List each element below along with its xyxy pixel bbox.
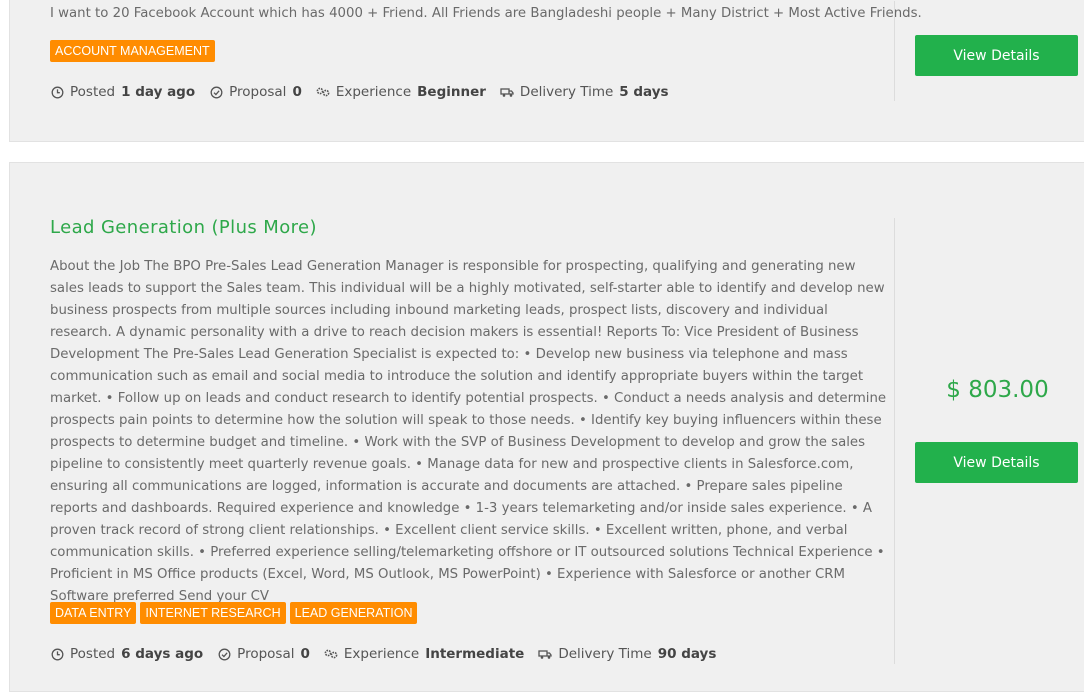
check-circle-icon <box>209 85 223 99</box>
column-divider <box>894 218 895 664</box>
experience-info: Experience Intermediate <box>324 646 524 662</box>
experience-label: Experience <box>343 646 420 662</box>
clock-icon <box>50 85 64 99</box>
job-description: I want to 20 Facebook Account which has … <box>50 6 922 21</box>
proposal-value: 0 <box>300 646 310 662</box>
view-details-button[interactable]: View Details <box>915 442 1078 483</box>
experience-value: Intermediate <box>425 646 525 662</box>
delivery-label: Delivery Time <box>558 646 652 662</box>
job-title[interactable]: Lead Generation (Plus More) <box>50 217 317 238</box>
delivery-truck-icon <box>538 647 552 661</box>
proposal-info: Proposal 0 <box>217 646 310 662</box>
posted-info: Posted 1 day ago <box>50 84 195 100</box>
experience-icon <box>316 85 330 99</box>
posted-value: 6 days ago <box>121 646 204 662</box>
delivery-value: 5 days <box>619 84 669 100</box>
job-meta: Posted 1 day ago Proposal 0 Experience B… <box>50 84 683 100</box>
view-details-button[interactable]: View Details <box>915 35 1078 76</box>
tag-list: ACCOUNT MANAGEMENT <box>50 40 215 62</box>
proposal-info: Proposal 0 <box>209 84 302 100</box>
posted-value: 1 day ago <box>121 84 196 100</box>
experience-value: Beginner <box>417 84 486 100</box>
job-description: About the Job The BPO Pre-Sales Lead Gen… <box>50 259 887 604</box>
proposal-label: Proposal <box>237 646 295 662</box>
delivery-value: 90 days <box>657 646 717 662</box>
column-divider <box>894 1 895 101</box>
job-meta: Posted 6 days ago Proposal 0 Experience … <box>50 646 730 662</box>
experience-icon <box>324 647 338 661</box>
skill-tag[interactable]: LEAD GENERATION <box>289 602 418 624</box>
delivery-truck-icon <box>500 85 514 99</box>
experience-info: Experience Beginner <box>316 84 486 100</box>
delivery-info: Delivery Time 90 days <box>538 646 716 662</box>
proposal-value: 0 <box>292 84 302 100</box>
posted-info: Posted 6 days ago <box>50 646 203 662</box>
clock-icon <box>50 647 64 661</box>
proposal-label: Proposal <box>229 84 287 100</box>
tag-list: DATA ENTRY INTERNET RESEARCH LEAD GENERA… <box>50 602 418 624</box>
delivery-info: Delivery Time 5 days <box>500 84 669 100</box>
skill-tag[interactable]: ACCOUNT MANAGEMENT <box>50 40 215 62</box>
job-card: I want to 20 Facebook Account which has … <box>9 0 1084 142</box>
job-price: $ 803.00 <box>946 377 1049 403</box>
check-circle-icon <box>217 647 231 661</box>
skill-tag[interactable]: DATA ENTRY <box>50 602 137 624</box>
delivery-label: Delivery Time <box>519 84 614 100</box>
skill-tag[interactable]: INTERNET RESEARCH <box>140 602 286 624</box>
posted-label: Posted <box>70 646 116 662</box>
job-card: Lead Generation (Plus More) About the Jo… <box>9 162 1084 692</box>
posted-label: Posted <box>70 84 116 100</box>
experience-label: Experience <box>335 84 412 100</box>
